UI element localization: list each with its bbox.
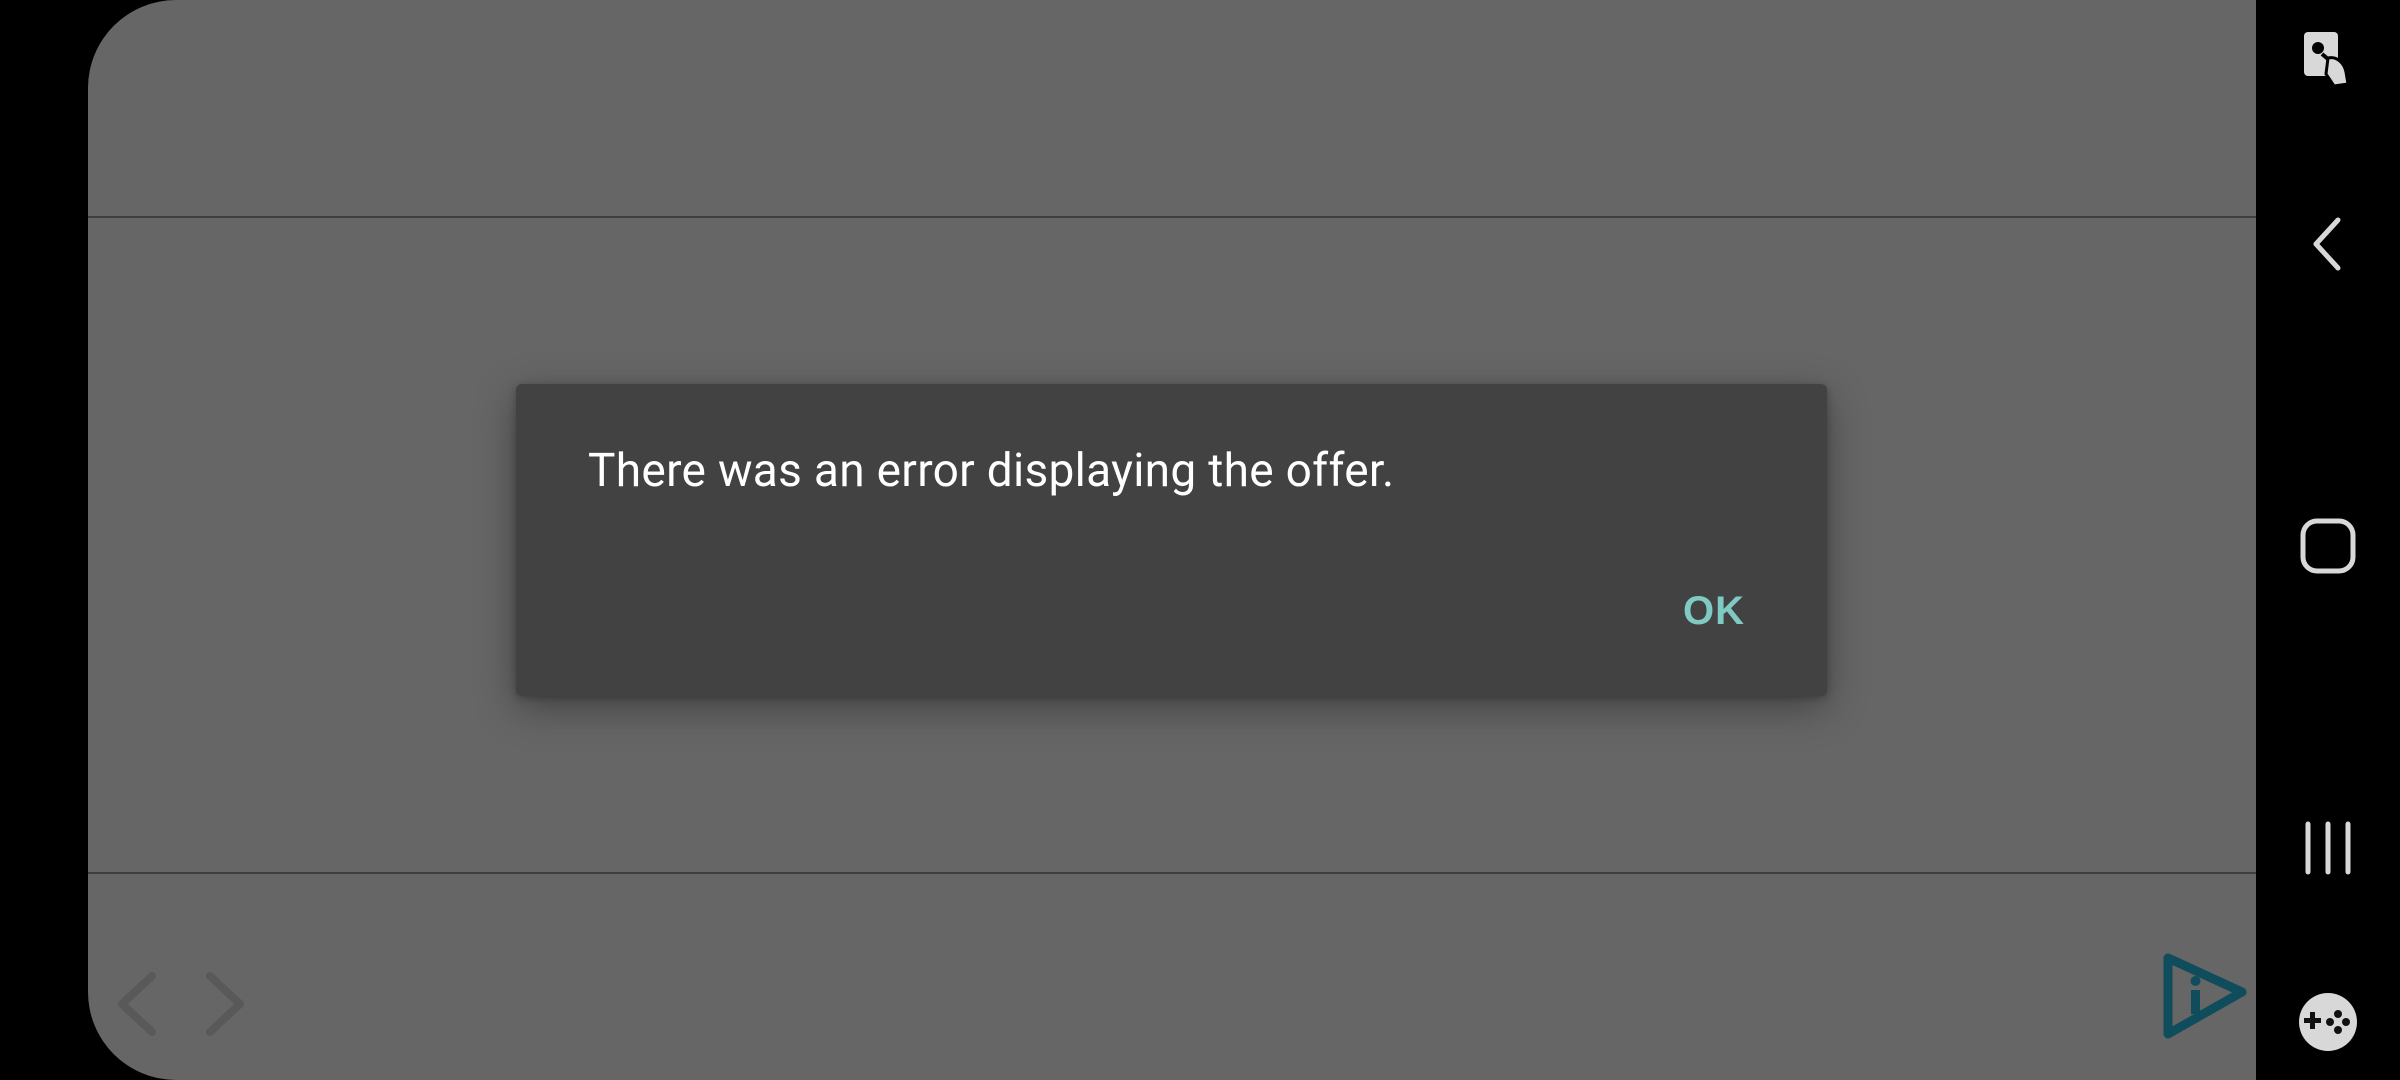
- chevron-right-icon[interactable]: [198, 968, 252, 1040]
- recents-icon[interactable]: [2298, 818, 2358, 878]
- game-launcher-icon[interactable]: [2296, 990, 2360, 1054]
- back-icon[interactable]: [2300, 212, 2356, 276]
- system-navigation-bar: [2256, 0, 2400, 1080]
- dialog-message: There was an error displaying the offer.: [588, 444, 1395, 498]
- device-screen: There was an error displaying the offer.…: [0, 0, 2400, 1080]
- ok-button[interactable]: OK: [1671, 581, 1757, 642]
- brand-logo-icon[interactable]: [2158, 950, 2248, 1040]
- app-header-area: [88, 0, 2256, 218]
- home-icon[interactable]: [2298, 516, 2358, 576]
- error-dialog: There was an error displaying the offer.…: [516, 384, 1827, 696]
- app-footer-area: [88, 874, 2256, 1080]
- accessibility-touch-icon[interactable]: [2296, 28, 2360, 92]
- chevron-left-icon[interactable]: [110, 968, 164, 1040]
